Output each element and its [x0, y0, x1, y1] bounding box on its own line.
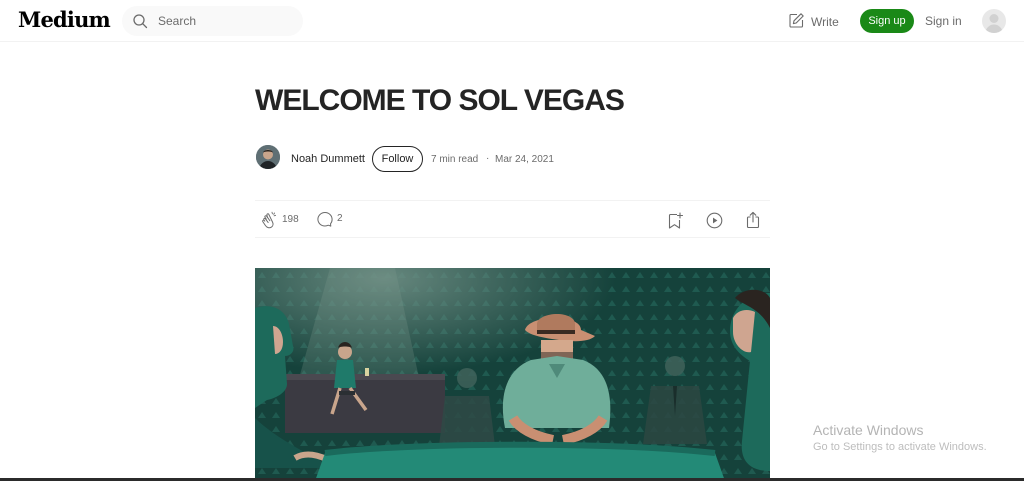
activate-windows-title: Activate Windows [813, 422, 924, 438]
article-title: WELCOME TO SOL VEGAS [255, 84, 625, 117]
clap-count: 198 [282, 214, 299, 225]
sign-up-button[interactable]: Sign up [860, 9, 914, 33]
write-label: Write [811, 15, 839, 29]
author-row: Noah Dummett Follow 7 min read · Mar 24,… [256, 145, 776, 173]
author-photo [256, 145, 280, 169]
bookmark-add-icon[interactable] [667, 212, 683, 230]
user-avatar[interactable] [982, 9, 1006, 33]
article-action-bar: 198 2 [255, 200, 770, 238]
write-icon [789, 13, 804, 28]
search-bar[interactable]: Search [122, 6, 303, 36]
search-icon [133, 14, 148, 29]
user-silhouette-icon [985, 14, 1003, 33]
top-nav: Medium Search Write Sign up Sign in [0, 0, 1024, 42]
medium-logo[interactable]: Medium [18, 7, 111, 32]
share-icon[interactable] [745, 211, 761, 229]
casino-scene-illustration [255, 268, 770, 481]
author-name[interactable]: Noah Dummett [291, 153, 365, 165]
activate-windows-subtitle: Go to Settings to activate Windows. [813, 441, 987, 453]
windows-activation-watermark: Activate Windows Go to Settings to activ… [813, 422, 987, 453]
search-input[interactable]: Search [158, 14, 196, 28]
response-count: 2 [337, 213, 343, 224]
response-icon[interactable] [317, 211, 333, 227]
hero-illustration [255, 268, 770, 481]
clap-icon[interactable] [261, 211, 279, 229]
sign-in-link[interactable]: Sign in [925, 14, 962, 28]
listen-play-icon[interactable] [706, 212, 723, 229]
publish-date: Mar 24, 2021 [495, 154, 554, 165]
follow-button[interactable]: Follow [372, 146, 423, 172]
read-time: 7 min read [431, 154, 479, 165]
meta-separator: · [486, 153, 490, 164]
author-avatar[interactable] [256, 145, 280, 169]
